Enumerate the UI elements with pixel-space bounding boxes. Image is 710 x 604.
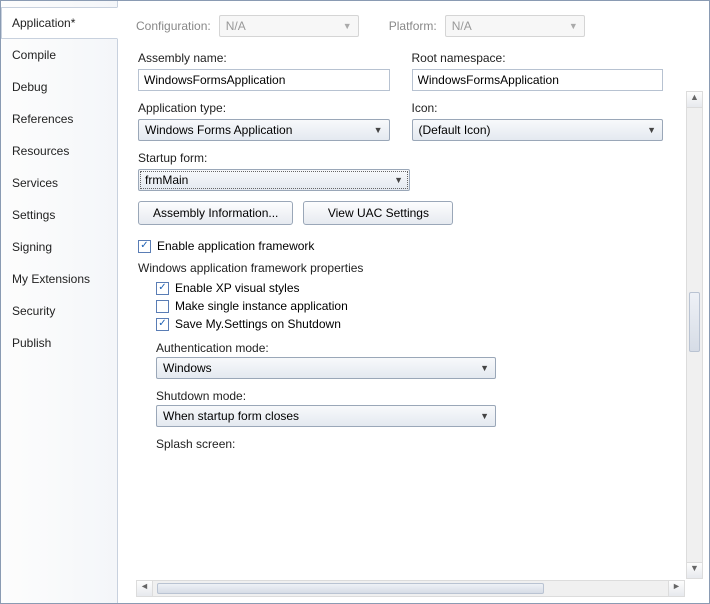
tab-label: My Extensions [12,272,90,286]
assembly-name-input[interactable] [138,69,390,91]
icon-value: (Default Icon) [419,123,491,137]
tab-settings[interactable]: Settings [1,199,118,231]
checkbox-icon [156,300,169,313]
tab-security[interactable]: Security [1,295,118,327]
tab-label: Resources [12,144,69,158]
assembly-information-button[interactable]: Assembly Information... [138,201,293,225]
shutdown-mode-value: When startup form closes [163,409,299,423]
icon-label: Icon: [412,101,664,115]
scroll-right-icon[interactable]: ► [668,581,684,596]
auth-mode-label: Authentication mode: [156,341,663,355]
tab-label: Security [12,304,55,318]
tab-label: Application* [12,16,75,30]
framework-section-title: Windows application framework properties [138,261,663,275]
scroll-area: Assembly name: Root namespace: Applicati… [118,47,705,599]
project-properties-window: Application* Compile Debug References Re… [0,0,710,604]
checkbox-icon: ✓ [156,282,169,295]
xp-styles-checkbox-row[interactable]: ✓ Enable XP visual styles [156,281,663,295]
tab-label: Publish [12,336,51,350]
tab-label: Debug [12,80,47,94]
view-uac-settings-button[interactable]: View UAC Settings [303,201,453,225]
chevron-down-icon: ▼ [343,21,352,31]
tab-my-extensions[interactable]: My Extensions [1,263,118,295]
configuration-dropdown: N/A ▼ [219,15,359,37]
tab-publish[interactable]: Publish [1,327,118,359]
tab-label: Compile [12,48,56,62]
application-type-label: Application type: [138,101,390,115]
save-settings-checkbox-row[interactable]: ✓ Save My.Settings on Shutdown [156,317,663,331]
save-settings-label: Save My.Settings on Shutdown [175,317,341,331]
tab-compile[interactable]: Compile [1,39,118,71]
auth-mode-dropdown[interactable]: Windows ▼ [156,357,496,379]
chevron-down-icon: ▼ [394,175,403,185]
checkbox-icon: ✓ [156,318,169,331]
tab-label: Services [12,176,58,190]
tab-references[interactable]: References [1,103,118,135]
shutdown-mode-dropdown[interactable]: When startup form closes ▼ [156,405,496,427]
root-namespace-label: Root namespace: [412,51,664,65]
single-instance-checkbox-row[interactable]: Make single instance application [156,299,663,313]
shutdown-mode-label: Shutdown mode: [156,389,663,403]
enable-framework-label: Enable application framework [157,239,314,253]
startup-form-value: frmMain [145,173,188,187]
enable-framework-checkbox-row[interactable]: ✓ Enable application framework [138,239,663,253]
root-namespace-input[interactable] [412,69,664,91]
button-label: Assembly Information... [153,206,278,220]
auth-mode-value: Windows [163,361,212,375]
sidebar-tabs: Application* Compile Debug References Re… [1,1,118,603]
scroll-down-icon[interactable]: ▼ [687,562,702,578]
chevron-down-icon: ▼ [569,21,578,31]
tab-label: References [12,112,73,126]
assembly-name-label: Assembly name: [138,51,390,65]
tab-resources[interactable]: Resources [1,135,118,167]
chevron-down-icon: ▼ [647,125,656,135]
configuration-value: N/A [226,19,246,33]
startup-form-dropdown[interactable]: frmMain ▼ [138,169,410,191]
splash-screen-label: Splash screen: [156,437,663,451]
config-platform-bar: Configuration: N/A ▼ Platform: N/A ▼ [118,1,709,47]
tab-services[interactable]: Services [1,167,118,199]
icon-dropdown[interactable]: (Default Icon) ▼ [412,119,664,141]
checkbox-icon: ✓ [138,240,151,253]
chevron-down-icon: ▼ [480,363,489,373]
content-area: Configuration: N/A ▼ Platform: N/A ▼ Ass… [118,1,709,603]
tab-label: Settings [12,208,55,222]
single-instance-label: Make single instance application [175,299,348,313]
xp-styles-label: Enable XP visual styles [175,281,300,295]
platform-label: Platform: [389,19,437,33]
horizontal-scrollbar[interactable]: ◄ ► [136,580,685,597]
configuration-label: Configuration: [136,19,211,33]
vertical-scrollbar[interactable]: ▲ ▼ [686,91,703,579]
tab-debug[interactable]: Debug [1,71,118,103]
application-type-dropdown[interactable]: Windows Forms Application ▼ [138,119,390,141]
scroll-thumb[interactable] [157,583,544,594]
chevron-down-icon: ▼ [374,125,383,135]
platform-value: N/A [452,19,472,33]
scroll-up-icon[interactable]: ▲ [687,92,702,108]
button-label: View UAC Settings [328,206,429,220]
startup-form-label: Startup form: [138,151,410,165]
application-panel: Assembly name: Root namespace: Applicati… [118,47,687,581]
scroll-thumb[interactable] [689,292,700,352]
scroll-left-icon[interactable]: ◄ [137,581,153,596]
application-type-value: Windows Forms Application [145,123,292,137]
tab-label: Signing [12,240,52,254]
platform-dropdown: N/A ▼ [445,15,585,37]
tab-signing[interactable]: Signing [1,231,118,263]
chevron-down-icon: ▼ [480,411,489,421]
tab-application[interactable]: Application* [1,7,118,39]
